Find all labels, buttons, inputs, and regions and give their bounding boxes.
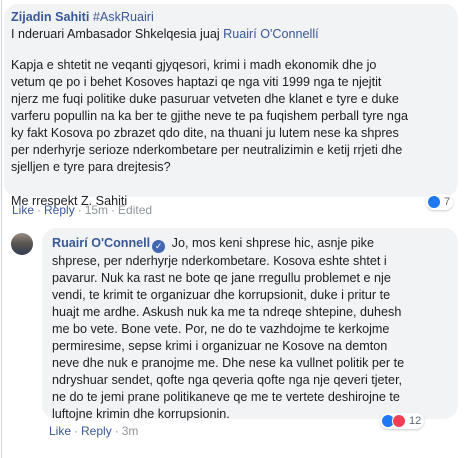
reply-line: Jo, mos keni shprese hic, asnje pike xyxy=(171,236,374,250)
reply-bubble: Ruairí O'Connell ✓ Jo, mos keni shprese h… xyxy=(42,228,458,421)
reply-line: pavarur. Nuk ka rast ne bote qe jane rre… xyxy=(52,271,391,285)
reply-author-link[interactable]: Ruairí O'Connell xyxy=(52,236,150,250)
like-reaction-icon xyxy=(427,195,441,209)
comment-line: njerz me fuqi politike duke pasuruar vet… xyxy=(11,92,399,106)
reply-line: ne do te jemi prane politikaneve qe me t… xyxy=(52,390,400,404)
reply-line: neve dhe nuk e pranojme me. Dhe nese ka … xyxy=(52,356,405,370)
reply-first-line: Ruairí O'Connell ✓ Jo, mos keni shprese h… xyxy=(52,235,450,253)
comment-line: vetum qe po i behet Kosoves haptazi qe n… xyxy=(11,75,382,89)
comment-header: Zijadin Sahiti #AskRuairi xyxy=(11,9,450,26)
reply-line: permiresime, sepse krimi i organizuar ne… xyxy=(52,339,388,353)
timestamp-link[interactable]: 3m xyxy=(122,424,139,438)
comment-line: ky fakt Kosova po zbrazet qdo dite, na t… xyxy=(11,126,399,140)
reply-link[interactable]: Reply xyxy=(44,203,75,217)
like-link[interactable]: Like xyxy=(12,203,34,217)
reply-reactions[interactable]: 12 xyxy=(380,413,425,429)
separator: · xyxy=(111,203,116,217)
reply-link[interactable]: Reply xyxy=(81,424,112,438)
separator: · xyxy=(37,203,42,217)
comment-line: per nderhyrje serioze nderkombetare per … xyxy=(11,143,403,157)
mention-link[interactable]: Ruairí O'Connellí xyxy=(223,27,319,41)
comment-greeting: I nderuari Ambasador Shkelqesia juaj Rua… xyxy=(11,26,450,43)
reply-line: vendi, te krimit te organizuar dhe korru… xyxy=(52,288,391,302)
reply-actions: Like · Reply · 3m xyxy=(49,424,138,438)
reply-line: huajt me ardhe. Askush nuk ka me ta ndre… xyxy=(52,305,402,319)
separator: · xyxy=(74,424,79,438)
comment-bubble: Zijadin Sahiti #AskRuairi I nderuari Amb… xyxy=(4,4,458,208)
comment-reactions[interactable]: 7 xyxy=(426,194,454,210)
hashtag-link[interactable]: #AskRuairi xyxy=(93,10,154,24)
reaction-count: 7 xyxy=(444,196,451,208)
reply-line: me bo vete. Bone vete. Por, ne do te vaz… xyxy=(52,322,390,336)
thread-line xyxy=(1,0,2,458)
like-link[interactable]: Like xyxy=(49,424,71,438)
comment-line: Kapja e shtetit ne veqanti gjyqesori, kr… xyxy=(11,58,377,72)
verified-badge-icon: ✓ xyxy=(152,240,166,253)
reaction-count: 12 xyxy=(409,415,422,427)
separator: · xyxy=(77,203,82,217)
avatar[interactable] xyxy=(11,233,33,255)
separator: · xyxy=(114,424,119,438)
comment-paragraph: Kapja e shtetit ne veqanti gjyqesori, kr… xyxy=(11,57,450,176)
reply-line: ndryshuar sendet, qofte nga qeveria qoft… xyxy=(52,373,403,387)
comment-author-link[interactable]: Zijadin Sahiti xyxy=(11,10,89,24)
comment-line: sjelljen e tyre para drejtesis? xyxy=(11,160,171,174)
greeting-text: I nderuari Ambasador Shkelqesia juaj xyxy=(11,27,220,41)
comment-actions: Like · Reply · 15m · Edited xyxy=(12,203,152,217)
edited-label[interactable]: Edited xyxy=(118,203,152,217)
reply-line: shprese, per nderhyrje nderkombetare. Ko… xyxy=(52,254,387,268)
comment-line: varferu popullin na ka ber te gjithe nev… xyxy=(11,109,408,123)
love-reaction-icon xyxy=(392,414,406,428)
timestamp-link[interactable]: 15m xyxy=(85,203,108,217)
